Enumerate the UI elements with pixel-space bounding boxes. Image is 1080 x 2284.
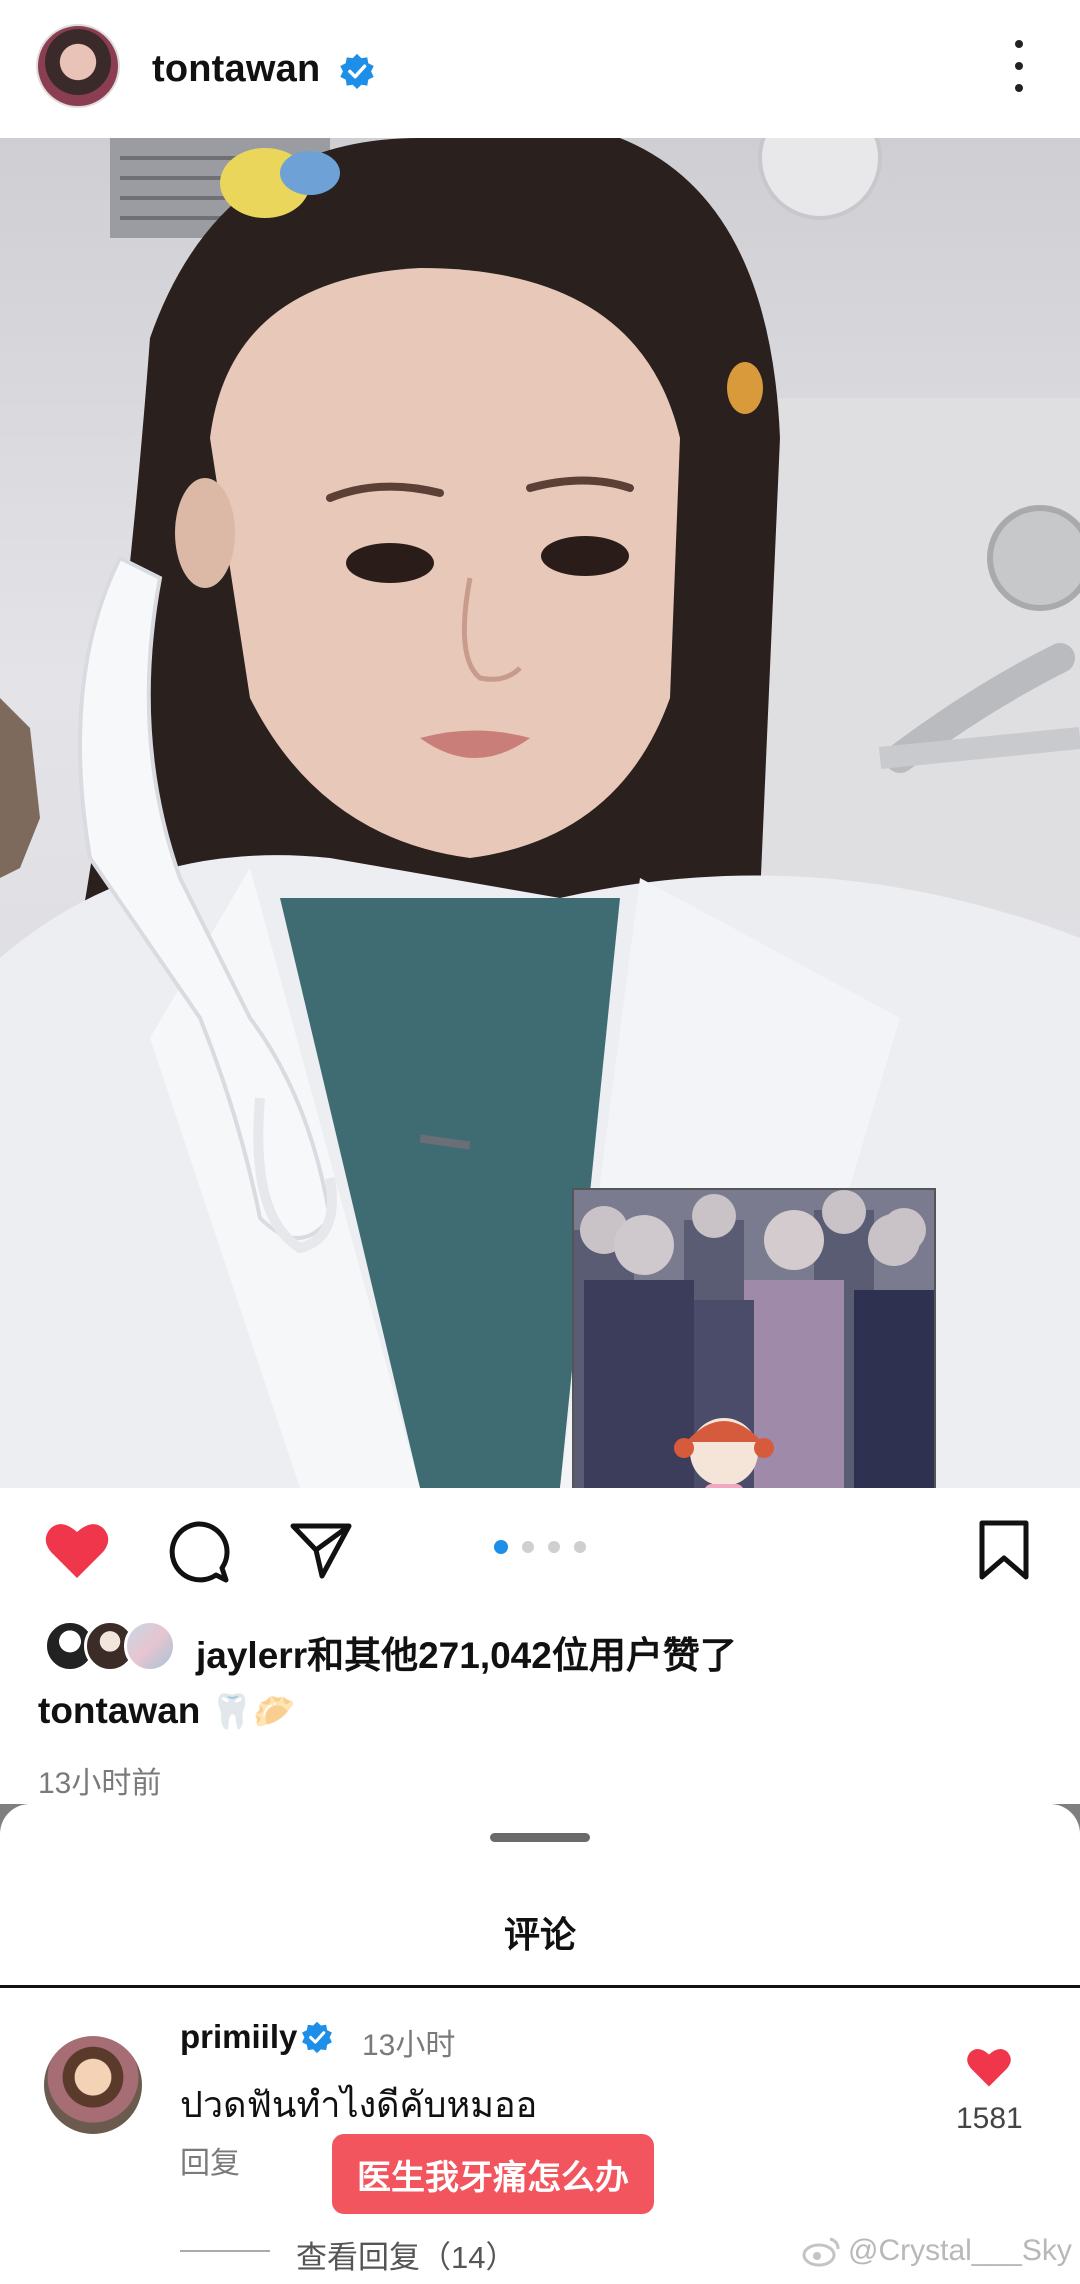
post-time: 13小时前	[38, 1767, 162, 1800]
commenter-avatar[interactable]	[44, 2036, 142, 2134]
post-photo[interactable]	[0, 138, 1080, 1488]
comment-text: ปวดฟันทำไงดีคับหมออ	[180, 2084, 538, 2125]
comment-like-heart-icon[interactable]	[966, 2046, 1012, 2088]
comments-title: 评论	[503, 1914, 576, 1955]
view-replies-button[interactable]: 查看回复（14）	[296, 2232, 516, 2277]
bookmark-icon[interactable]	[978, 1520, 1030, 1580]
verified-badge-icon	[302, 2021, 332, 2054]
post-username[interactable]: tontawan	[152, 48, 320, 91]
profile-avatar[interactable]	[36, 24, 120, 108]
reply-button[interactable]: 回复	[180, 2138, 240, 2182]
watermark-text: @Crystal___Sky	[848, 2234, 1072, 2267]
cartoon-sticker	[572, 1188, 936, 1488]
share-send-icon[interactable]	[290, 1520, 352, 1580]
watermark: @Crystal___Sky	[802, 2234, 1072, 2268]
sheet-drag-handle[interactable]	[490, 1833, 590, 1842]
post-caption: tontawan 🦷🥟	[38, 1690, 295, 1732]
caption-username[interactable]: tontawan	[38, 1690, 200, 1731]
comment-time: 13小时	[362, 2029, 456, 2062]
comment-icon[interactable]	[166, 1520, 230, 1584]
carousel-dot	[522, 1541, 534, 1553]
like-heart-icon[interactable]	[44, 1520, 110, 1580]
carousel-dot	[574, 1541, 586, 1553]
commenter-username[interactable]: primiily	[180, 2018, 297, 2056]
translation-label: 医生我牙痛怎么办	[332, 2134, 654, 2214]
carousel-indicator	[494, 1540, 586, 1554]
liker-avatar	[124, 1620, 176, 1672]
liker-avatars[interactable]	[44, 1620, 180, 1674]
divider	[0, 1985, 1080, 1988]
more-options-icon[interactable]	[1004, 40, 1034, 92]
post-header: tontawan	[0, 0, 1080, 138]
weibo-logo-icon	[802, 2237, 840, 2267]
carousel-dot	[548, 1541, 560, 1553]
replies-divider	[180, 2250, 270, 2252]
caption-text: 🦷🥟	[210, 1693, 296, 1731]
comment-like-count: 1581	[956, 2102, 1023, 2135]
carousel-dot-active	[494, 1540, 508, 1554]
verified-badge-icon	[340, 53, 374, 90]
likes-summary[interactable]: jaylerr和其他271,042位用户赞了	[196, 1625, 737, 1679]
